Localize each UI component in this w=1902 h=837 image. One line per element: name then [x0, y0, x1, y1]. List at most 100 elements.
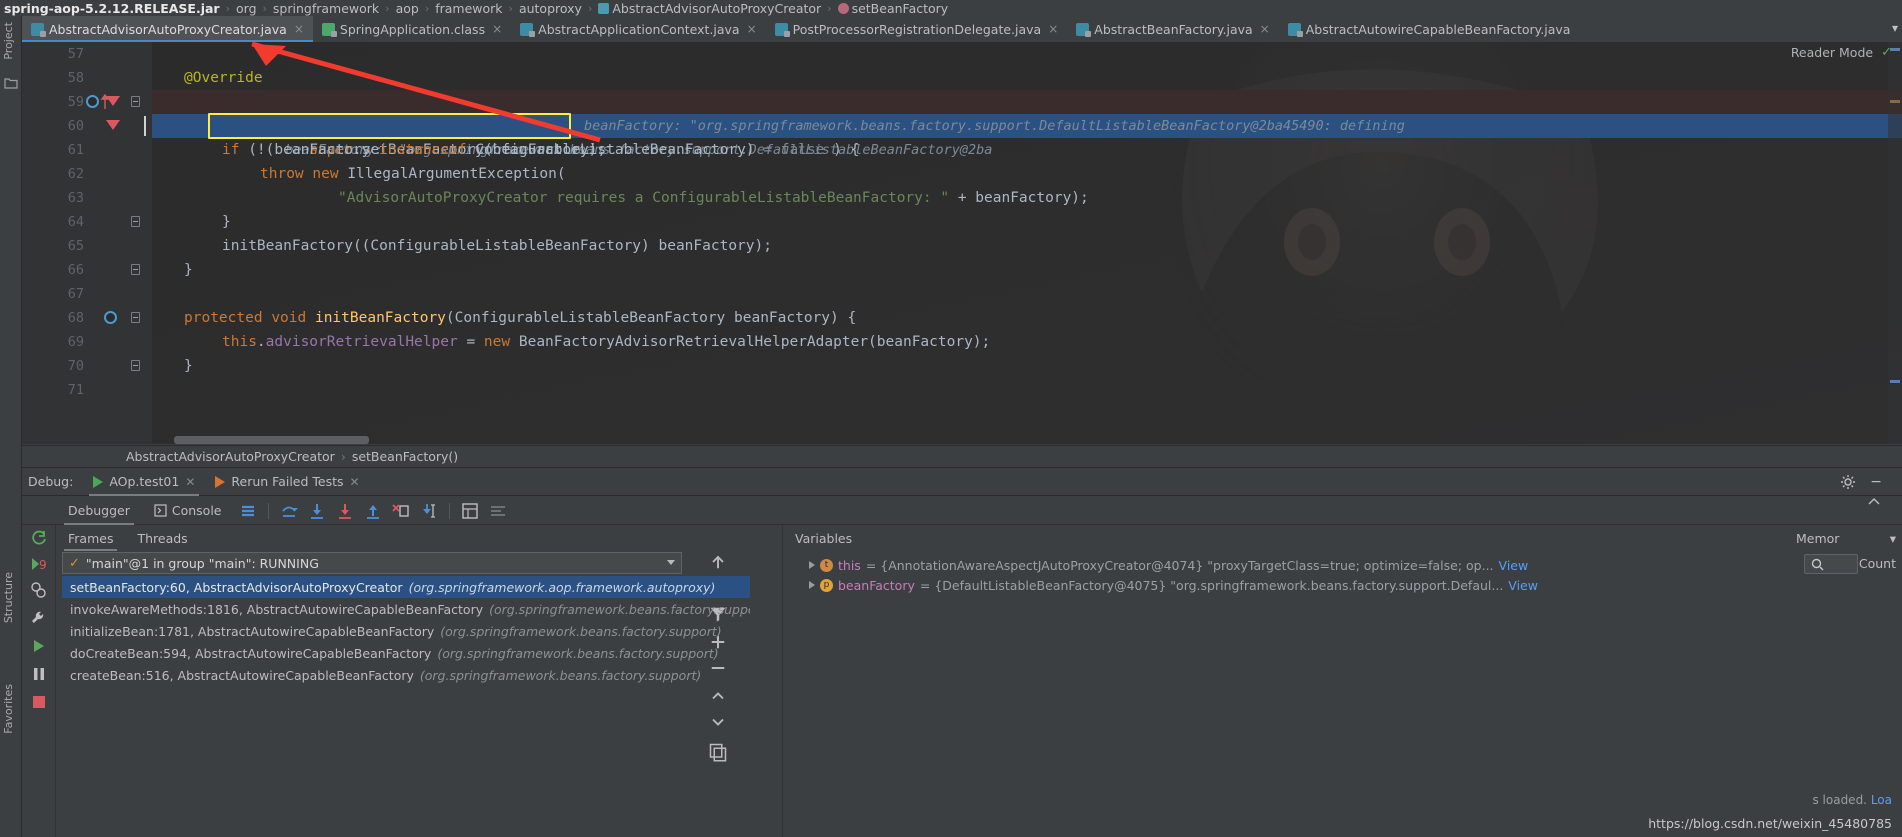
breadcrumb-class[interactable]: AbstractAdvisorAutoProxyCreator [126, 449, 335, 464]
folder-icon[interactable] [4, 76, 18, 90]
close-icon[interactable]: × [294, 22, 304, 36]
editor-marker-strip[interactable] [1888, 42, 1902, 444]
breadcrumb-method[interactable]: setBeanFactory() [352, 449, 458, 464]
chevron-down-icon[interactable] [667, 560, 675, 565]
step-into-icon[interactable] [307, 501, 327, 521]
navigation-breadcrumb: spring-aop-5.2.12.RELEASE.jar › org › sp… [0, 0, 1902, 16]
tab-threads[interactable]: Threads [125, 525, 199, 551]
reader-mode-label[interactable]: Reader Mode [1791, 45, 1873, 60]
close-icon[interactable]: ✕ [185, 475, 195, 489]
gear-icon[interactable] [1840, 474, 1856, 490]
thread-selector[interactable]: ✓ "main"@1 in group "main": RUNNING [62, 552, 682, 574]
stack-frames-list[interactable]: setBeanFactory:60, AbstractAdvisorAutoPr… [62, 576, 750, 837]
breadcrumb-separator: › [508, 1, 513, 15]
search-icon [1811, 558, 1824, 571]
sidebar-item-structure[interactable]: Structure [2, 572, 15, 623]
expand-arrow-icon[interactable] [809, 561, 815, 569]
code-line-71: 71 [22, 378, 1902, 402]
breadcrumb-item-aop[interactable]: aop [396, 1, 419, 16]
fold-region-icon[interactable] [131, 264, 140, 275]
pause-icon[interactable] [30, 665, 48, 683]
java-file-icon [520, 22, 536, 37]
code-lines[interactable]: 57 58 @Override 59 public void setBeanFa… [22, 42, 1902, 444]
step-over-icon[interactable] [279, 501, 299, 521]
breadcrumb-item-autoproxy[interactable]: autoproxy [519, 1, 582, 16]
chevron-down-icon[interactable]: ▾ [1892, 21, 1898, 35]
resume-icon[interactable] [30, 637, 48, 655]
code-line-63: 63 "AdvisorAutoProxyCreator requires a C… [22, 186, 1902, 210]
debug-run-tab-rerun-failed-tests[interactable]: Rerun Failed Tests ✕ [205, 468, 369, 496]
breadcrumb-item-class[interactable]: AbstractAdvisorAutoProxyCreator [612, 1, 821, 16]
expand-arrow-icon[interactable] [809, 581, 815, 589]
layout-settings-icon[interactable] [488, 501, 508, 521]
breakpoint-count-icon[interactable]: 9 [30, 555, 48, 573]
fold-region-icon[interactable] [131, 360, 140, 371]
close-icon[interactable]: ✕ [350, 475, 360, 489]
breadcrumb-separator: › [385, 1, 390, 15]
memory-view-header[interactable]: Memor ▾ [1790, 525, 1902, 551]
run-to-cursor-icon[interactable] [419, 501, 439, 521]
drop-frame-icon[interactable] [391, 501, 411, 521]
load-link[interactable]: Loa [1871, 793, 1892, 807]
code-line-64: 64 } [22, 210, 1902, 234]
variable-row-this[interactable]: t this = {AnnotationAwareAspectJAutoProx… [783, 555, 1902, 575]
editor-horizontal-scrollbar[interactable] [174, 436, 369, 444]
breadcrumb-item-springframework[interactable]: springframework [273, 1, 379, 16]
stop-icon[interactable] [30, 693, 48, 711]
chevron-down-icon[interactable]: ▾ [1890, 531, 1896, 546]
table-row[interactable]: setBeanFactory:60, AbstractAdvisorAutoPr… [62, 576, 750, 598]
breadcrumb-separator: › [424, 1, 430, 15]
editor-tab-postprocessorregistrationdelegate[interactable]: PostProcessorRegistrationDelegate.java × [766, 16, 1068, 42]
table-row[interactable]: initializeBean:1781, AbstractAutowireCap… [62, 620, 750, 642]
breakpoint-icon[interactable] [106, 120, 120, 130]
fold-region-icon[interactable] [131, 216, 140, 227]
editor-tab-abstractbeanfactory[interactable]: AbstractBeanFactory.java × [1067, 16, 1278, 42]
code-line-62: 62 throw new IllegalArgumentException( [22, 162, 1902, 186]
breadcrumb-item-method[interactable]: setBeanFactory [852, 1, 949, 16]
step-out-icon[interactable] [363, 501, 383, 521]
fold-region-icon[interactable] [131, 96, 140, 107]
editor-tab-abstractapplicationcontext[interactable]: AbstractApplicationContext.java × [511, 16, 766, 42]
minimize-icon[interactable]: − [1870, 474, 1882, 490]
tab-console[interactable]: Console [142, 497, 234, 525]
table-row[interactable]: createBean:516, AbstractAutowireCapableB… [62, 664, 750, 686]
overridden-method-icon[interactable] [104, 311, 117, 324]
breadcrumb-item-org[interactable]: org [236, 1, 257, 16]
breakpoint-icon[interactable] [106, 96, 120, 106]
show-execution-point-icon[interactable] [238, 501, 258, 521]
line-number: 63 [67, 190, 84, 206]
force-step-into-icon[interactable] [335, 501, 355, 521]
code-editor[interactable]: 57 58 @Override 59 public void setBeanFa… [22, 42, 1902, 444]
sidebar-item-favorites[interactable]: Favorites [2, 684, 15, 734]
debug-run-tab-aop-test01[interactable]: AOp.test01 ✕ [83, 468, 205, 496]
breadcrumb-item-framework[interactable]: framework [435, 1, 502, 16]
fold-region-icon[interactable] [131, 312, 140, 323]
close-icon[interactable]: × [492, 22, 502, 36]
table-row[interactable]: doCreateBean:594, AbstractAutowireCapabl… [62, 642, 750, 664]
tab-frames[interactable]: Frames [56, 525, 125, 551]
variable-row-beanfactory[interactable]: p beanFactory = {DefaultListableBeanFact… [783, 575, 1902, 595]
mute-breakpoints-icon[interactable] [30, 581, 48, 599]
sidebar-item-project[interactable]: Project [2, 22, 15, 60]
editor-tab-abstractadvisorautoproxycreator[interactable]: AbstractAdvisorAutoProxyCreator.java × [22, 16, 313, 42]
code-text-line-66: } [184, 262, 193, 278]
tab-debugger[interactable]: Debugger [56, 497, 142, 525]
up-arrow-icon[interactable] [708, 552, 728, 572]
rerun-icon[interactable] [30, 529, 48, 547]
search-input[interactable] [1804, 554, 1858, 574]
evaluate-expression-icon[interactable] [460, 501, 480, 521]
view-link[interactable]: View [1508, 578, 1538, 593]
breadcrumb-separator: › [827, 1, 832, 15]
editor-breadcrumb: AbstractAdvisorAutoProxyCreator › setBea… [22, 445, 1902, 467]
editor-tab-springapplication[interactable]: SpringApplication.class × [313, 16, 511, 42]
view-link[interactable]: View [1499, 558, 1529, 573]
breadcrumb-item-jar[interactable]: spring-aop-5.2.12.RELEASE.jar [4, 1, 220, 16]
table-row[interactable]: invokeAwareMethods:1816, AbstractAutowir… [62, 598, 750, 620]
settings-wrench-icon[interactable] [30, 609, 48, 627]
override-method-icon[interactable] [86, 95, 99, 108]
close-icon[interactable]: × [1048, 22, 1058, 36]
editor-tab-abstractautowirecapablebeanfactory[interactable]: AbstractAutowireCapableBeanFactory.java [1279, 16, 1580, 42]
close-icon[interactable]: × [1260, 22, 1270, 36]
code-text-line-65: initBeanFactory((ConfigurableListableBea… [222, 238, 772, 254]
close-icon[interactable]: × [747, 22, 757, 36]
